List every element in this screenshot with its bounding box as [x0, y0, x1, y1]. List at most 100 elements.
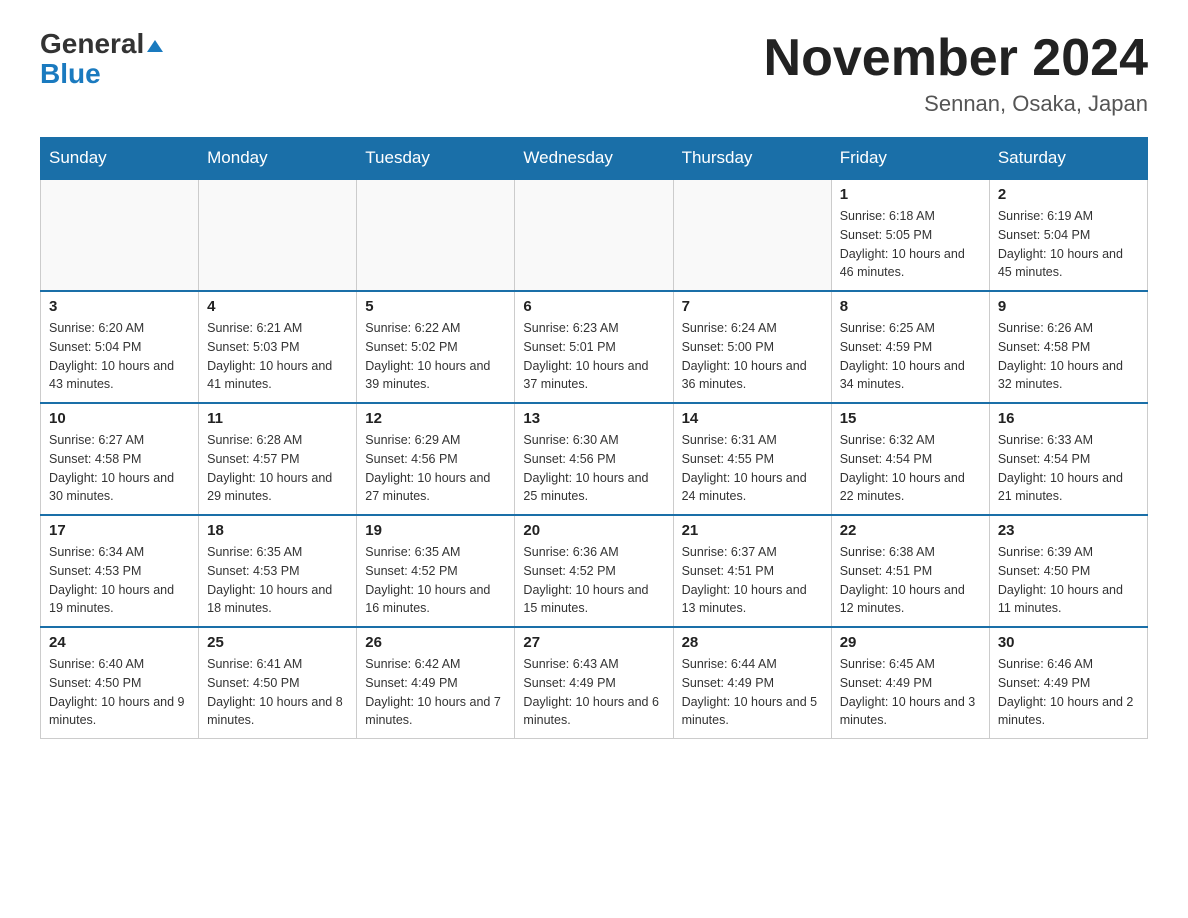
calendar-cell: 4Sunrise: 6:21 AM Sunset: 5:03 PM Daylig… — [199, 291, 357, 403]
calendar-cell: 26 Sunrise: 6:42 AM Sunset: 4:49 PM Dayli… — [357, 627, 515, 739]
calendar-week-row: 3 Sunrise: 6:20 AM Sunset: 5:04 PM Daylig… — [41, 291, 1148, 403]
day-number: 3 — [49, 298, 190, 315]
day-number: 20 — [523, 522, 664, 539]
day-number: 1 — [840, 186, 981, 203]
calendar-week-row: 17 Sunrise: 6:34 AM Sunset: 4:53 PM Dayli… — [41, 515, 1148, 627]
day-info: Sunrise: 6:38 AM Sunset: 4:51 PM Dayligh… — [840, 543, 981, 618]
day-number: 18 — [207, 522, 348, 539]
day-info: Sunrise: 6:25 AM Sunset: 4:59 PM Dayligh… — [840, 319, 981, 394]
day-number: 19 — [365, 522, 506, 539]
day-number: 17 — [49, 522, 190, 539]
calendar-cell: 22 Sunrise: 6:38 AM Sunset: 4:51 PM Dayli… — [831, 515, 989, 627]
day-number: 16 — [998, 410, 1139, 427]
calendar-week-row: 10 Sunrise: 6:27 AM Sunset: 4:58 PM Dayli… — [41, 403, 1148, 515]
day-number: 22 — [840, 522, 981, 539]
calendar-cell: 7 Sunrise: 6:24 AM Sunset: 5:00 PM Daylig… — [673, 291, 831, 403]
day-number: 13 — [523, 410, 664, 427]
calendar-cell: 17 Sunrise: 6:34 AM Sunset: 4:53 PM Dayli… — [41, 515, 199, 627]
calendar-cell: 30 Sunrise: 6:46 AM Sunset: 4:49 PM Dayli… — [989, 627, 1147, 739]
day-number: 4 — [207, 298, 348, 315]
day-number: 15 — [840, 410, 981, 427]
day-info: Sunrise: 6:28 AM Sunset: 4:57 PM Dayligh… — [207, 431, 348, 506]
day-info: Sunrise: 6:33 AM Sunset: 4:54 PM Dayligh… — [998, 431, 1139, 506]
calendar-cell: 11 Sunrise: 6:28 AM Sunset: 4:57 PM Dayli… — [199, 403, 357, 515]
calendar-cell: 20 Sunrise: 6:36 AM Sunset: 4:52 PM Dayli… — [515, 515, 673, 627]
calendar-cell: 27 Sunrise: 6:43 AM Sunset: 4:49 PM Dayli… — [515, 627, 673, 739]
day-info: Sunrise: 6:45 AM Sunset: 4:49 PM Dayligh… — [840, 655, 981, 730]
day-number: 29 — [840, 634, 981, 651]
calendar-cell: 23 Sunrise: 6:39 AM Sunset: 4:50 PM Dayli… — [989, 515, 1147, 627]
calendar-cell: 29 Sunrise: 6:45 AM Sunset: 4:49 PM Dayli… — [831, 627, 989, 739]
day-number: 21 — [682, 522, 823, 539]
title-block: November 2024 Sennan, Osaka, Japan — [764, 30, 1148, 117]
day-info: Sunrise: 6:34 AM Sunset: 4:53 PM Dayligh… — [49, 543, 190, 618]
logo: General Blue — [40, 30, 163, 88]
day-info: Sunrise: 6:37 AM Sunset: 4:51 PM Dayligh… — [682, 543, 823, 618]
day-info: Sunrise: 6:27 AM Sunset: 4:58 PM Dayligh… — [49, 431, 190, 506]
day-info: Sunrise: 6:35 AM Sunset: 4:53 PM Dayligh… — [207, 543, 348, 618]
calendar-cell: 19 Sunrise: 6:35 AM Sunset: 4:52 PM Dayli… — [357, 515, 515, 627]
calendar-cell: 21 Sunrise: 6:37 AM Sunset: 4:51 PM Dayli… — [673, 515, 831, 627]
day-number: 27 — [523, 634, 664, 651]
calendar-header-wednesday: Wednesday — [515, 138, 673, 180]
day-number: 8 — [840, 298, 981, 315]
day-number: 14 — [682, 410, 823, 427]
day-info: Sunrise: 6:46 AM Sunset: 4:49 PM Dayligh… — [998, 655, 1139, 730]
calendar-cell — [199, 179, 357, 291]
calendar-cell: 1 Sunrise: 6:18 AM Sunset: 5:05 PM Daylig… — [831, 179, 989, 291]
calendar-cell: 12Sunrise: 6:29 AM Sunset: 4:56 PM Dayli… — [357, 403, 515, 515]
day-number: 24 — [49, 634, 190, 651]
calendar-cell — [357, 179, 515, 291]
calendar-cell: 8 Sunrise: 6:25 AM Sunset: 4:59 PM Daylig… — [831, 291, 989, 403]
calendar-cell: 6Sunrise: 6:23 AM Sunset: 5:01 PM Daylig… — [515, 291, 673, 403]
day-info: Sunrise: 6:35 AM Sunset: 4:52 PM Dayligh… — [365, 543, 506, 618]
calendar-header-friday: Friday — [831, 138, 989, 180]
day-info: Sunrise: 6:26 AM Sunset: 4:58 PM Dayligh… — [998, 319, 1139, 394]
calendar-header-saturday: Saturday — [989, 138, 1147, 180]
day-info: Sunrise: 6:18 AM Sunset: 5:05 PM Dayligh… — [840, 207, 981, 282]
day-info: Sunrise: 6:19 AM Sunset: 5:04 PM Dayligh… — [998, 207, 1139, 282]
day-info: Sunrise: 6:29 AM Sunset: 4:56 PM Dayligh… — [365, 431, 506, 506]
day-number: 9 — [998, 298, 1139, 315]
calendar-cell: 28 Sunrise: 6:44 AM Sunset: 4:49 PM Dayli… — [673, 627, 831, 739]
day-number: 6 — [523, 298, 664, 315]
day-info: Sunrise: 6:20 AM Sunset: 5:04 PM Dayligh… — [49, 319, 190, 394]
month-title: November 2024 — [764, 30, 1148, 87]
calendar-week-row: 24 Sunrise: 6:40 AM Sunset: 4:50 PM Dayli… — [41, 627, 1148, 739]
day-number: 30 — [998, 634, 1139, 651]
calendar-cell: 5 Sunrise: 6:22 AM Sunset: 5:02 PM Daylig… — [357, 291, 515, 403]
calendar-cell: 24 Sunrise: 6:40 AM Sunset: 4:50 PM Dayli… — [41, 627, 199, 739]
day-info: Sunrise: 6:40 AM Sunset: 4:50 PM Dayligh… — [49, 655, 190, 730]
day-info: Sunrise: 6:30 AM Sunset: 4:56 PM Dayligh… — [523, 431, 664, 506]
calendar-cell: 10 Sunrise: 6:27 AM Sunset: 4:58 PM Dayli… — [41, 403, 199, 515]
calendar-cell: 3 Sunrise: 6:20 AM Sunset: 5:04 PM Daylig… — [41, 291, 199, 403]
day-info: Sunrise: 6:22 AM Sunset: 5:02 PM Dayligh… — [365, 319, 506, 394]
location-title: Sennan, Osaka, Japan — [764, 91, 1148, 117]
day-number: 23 — [998, 522, 1139, 539]
calendar-cell: 2 Sunrise: 6:19 AM Sunset: 5:04 PM Daylig… — [989, 179, 1147, 291]
logo-line1: General — [40, 30, 163, 58]
day-number: 28 — [682, 634, 823, 651]
day-number: 5 — [365, 298, 506, 315]
day-info: Sunrise: 6:39 AM Sunset: 4:50 PM Dayligh… — [998, 543, 1139, 618]
calendar-week-row: 1 Sunrise: 6:18 AM Sunset: 5:05 PM Daylig… — [41, 179, 1148, 291]
day-info: Sunrise: 6:43 AM Sunset: 4:49 PM Dayligh… — [523, 655, 664, 730]
calendar-header-sunday: Sunday — [41, 138, 199, 180]
calendar-cell: 14Sunrise: 6:31 AM Sunset: 4:55 PM Dayli… — [673, 403, 831, 515]
calendar-header-monday: Monday — [199, 138, 357, 180]
day-info: Sunrise: 6:24 AM Sunset: 5:00 PM Dayligh… — [682, 319, 823, 394]
calendar-cell — [515, 179, 673, 291]
day-number: 2 — [998, 186, 1139, 203]
calendar-cell — [673, 179, 831, 291]
day-number: 11 — [207, 410, 348, 427]
day-info: Sunrise: 6:42 AM Sunset: 4:49 PM Dayligh… — [365, 655, 506, 730]
day-number: 10 — [49, 410, 190, 427]
page-header: General Blue November 2024 Sennan, Osaka… — [40, 30, 1148, 117]
calendar-cell: 9 Sunrise: 6:26 AM Sunset: 4:58 PM Daylig… — [989, 291, 1147, 403]
day-number: 7 — [682, 298, 823, 315]
day-info: Sunrise: 6:44 AM Sunset: 4:49 PM Dayligh… — [682, 655, 823, 730]
day-info: Sunrise: 6:36 AM Sunset: 4:52 PM Dayligh… — [523, 543, 664, 618]
calendar-cell: 16 Sunrise: 6:33 AM Sunset: 4:54 PM Dayli… — [989, 403, 1147, 515]
day-number: 26 — [365, 634, 506, 651]
calendar-cell: 13 Sunrise: 6:30 AM Sunset: 4:56 PM Dayli… — [515, 403, 673, 515]
